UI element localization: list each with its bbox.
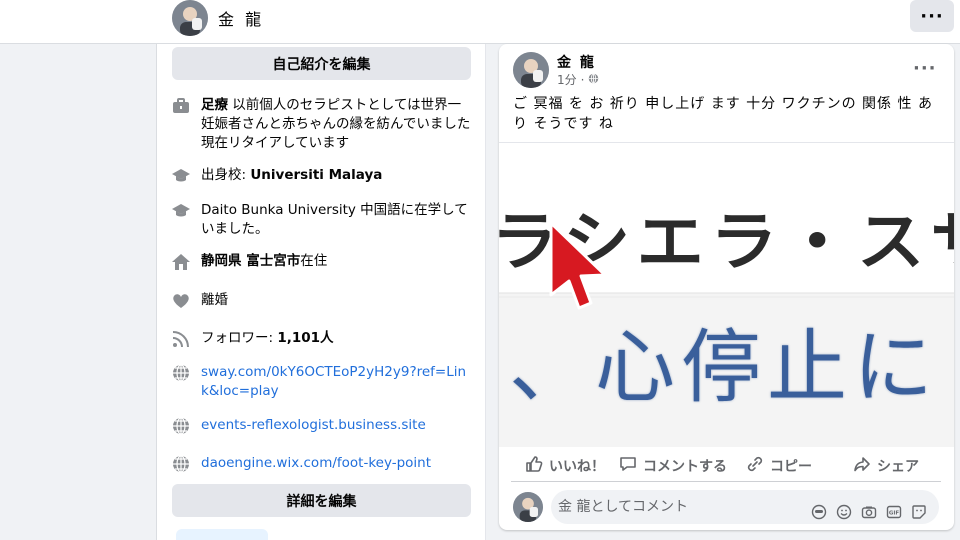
education-school[interactable]: Universiti Malaya <box>250 167 382 183</box>
post-card: 金 龍 1分 · ··· ご 冥福 を お 祈り 申し上げ ます 十分 ワクチン… <box>499 44 954 530</box>
copy-label: コピー <box>770 459 812 475</box>
post-meta: 1分 · <box>557 71 599 88</box>
share-icon <box>853 455 871 477</box>
avatar[interactable] <box>513 492 543 522</box>
gif-icon[interactable]: GIF <box>886 499 902 519</box>
emoji-icon[interactable] <box>836 499 852 520</box>
divider <box>511 481 941 482</box>
work-description: 以前個人のセラピストとしては世界一妊娠者さんと赤ちゃんの縁を紡んでいました 現在… <box>201 97 484 151</box>
intro-panel: 自己紹介を編集 足療 以前個人のセラピストとしては世界一妊娠者さんと赤ちゃんの縁… <box>156 44 486 540</box>
more-options-button[interactable]: ··· <box>910 0 954 32</box>
comment-icon <box>619 455 637 477</box>
post-options-button[interactable]: ··· <box>913 58 937 79</box>
avatar-sticker-icon[interactable] <box>811 499 827 520</box>
education-text: Daito Bunka University 中国語に在学していました。 <box>201 202 468 237</box>
globe-icon <box>171 454 191 474</box>
education-prefix: 出身校: <box>201 167 251 183</box>
home-suffix: 在住 <box>300 253 328 269</box>
add-hobbies-button[interactable] <box>176 529 268 540</box>
copy-button[interactable]: コピー <box>746 452 812 480</box>
relationship-text: 離婚 <box>201 292 228 308</box>
globe-icon <box>171 363 191 383</box>
svg-text:GIF: GIF <box>889 511 900 517</box>
cursor-arrow-icon <box>547 221 611 315</box>
followers-count: 1,101人 <box>277 330 334 346</box>
rss-icon <box>171 329 191 349</box>
post-text: ご 冥福 を お 祈り 申し上げ ます 十分 ワクチンの 関係 性 あり そうで… <box>513 96 933 132</box>
home-location[interactable]: 静岡県 富士宮市 <box>201 253 300 269</box>
comment-placeholder: 金 龍としてコメント <box>558 499 689 515</box>
website-link[interactable]: daoengine.wix.com/foot-key-point <box>201 454 431 473</box>
graduation-cap-icon <box>171 201 191 221</box>
avatar[interactable] <box>172 0 208 36</box>
like-icon <box>525 455 543 477</box>
website-link[interactable]: sway.com/0kY6OCTEoP2yH2y9?ref=Link&loc=p… <box>201 363 471 401</box>
sticker-icon[interactable] <box>911 499 927 519</box>
post-actions: いいね！ コメントする コピー シェア <box>509 452 949 480</box>
edit-bio-button[interactable]: 自己紹介を編集 <box>172 47 471 80</box>
comment-label: コメントする <box>643 459 727 475</box>
post-time[interactable]: 1分 <box>557 71 577 88</box>
intro-link-2[interactable]: events-reflexologist.business.site <box>171 416 471 436</box>
intro-link-3[interactable]: daoengine.wix.com/foot-key-point <box>171 454 471 474</box>
globe-icon <box>171 416 191 436</box>
avatar[interactable] <box>513 52 549 88</box>
profile-name: 金 龍 <box>218 10 265 29</box>
intro-work: 足療 以前個人のセラピストとしては世界一妊娠者さんと赤ちゃんの縁を紡んでいました… <box>171 96 484 153</box>
intro-education-2: Daito Bunka University 中国語に在学していました。 <box>171 201 471 239</box>
share-label: シェア <box>877 459 919 475</box>
briefcase-icon <box>171 96 191 116</box>
like-button[interactable]: いいね！ <box>525 452 605 480</box>
intro-education-1: 出身校: Universiti Malaya <box>171 166 471 186</box>
home-icon <box>171 252 191 272</box>
profile-top-bar: 金 龍 ··· <box>0 0 960 44</box>
share-button[interactable]: シェア <box>853 452 919 480</box>
image-text-bottom: 、心停止に <box>509 321 939 414</box>
website-link[interactable]: events-reflexologist.business.site <box>201 416 426 435</box>
edit-details-button[interactable]: 詳細を編集 <box>172 484 471 517</box>
intro-link-1[interactable]: sway.com/0kY6OCTEoP2yH2y9?ref=Link&loc=p… <box>171 363 471 401</box>
comment-input[interactable]: 金 龍としてコメント GIF <box>551 490 939 524</box>
intro-relationship: 離婚 <box>171 291 471 311</box>
camera-icon[interactable] <box>861 499 877 519</box>
graduation-cap-icon <box>171 166 191 186</box>
post-image[interactable]: ラシエラ・スサ 、心停止に <box>499 142 954 447</box>
globe-privacy-icon[interactable] <box>588 73 599 87</box>
post-author[interactable]: 金 龍 <box>557 52 596 72</box>
like-label: いいね！ <box>549 459 605 475</box>
comment-tools: GIF <box>811 499 927 520</box>
heart-icon <box>171 291 191 311</box>
followers-prefix: フォロワー: <box>201 330 278 346</box>
intro-home: 静岡県 富士宮市在住 <box>171 252 471 272</box>
work-title: 足療 <box>201 97 228 113</box>
intro-followers[interactable]: フォロワー: 1,101人 <box>171 329 471 349</box>
comment-button[interactable]: コメントする <box>619 452 727 480</box>
copy-icon <box>746 455 764 477</box>
